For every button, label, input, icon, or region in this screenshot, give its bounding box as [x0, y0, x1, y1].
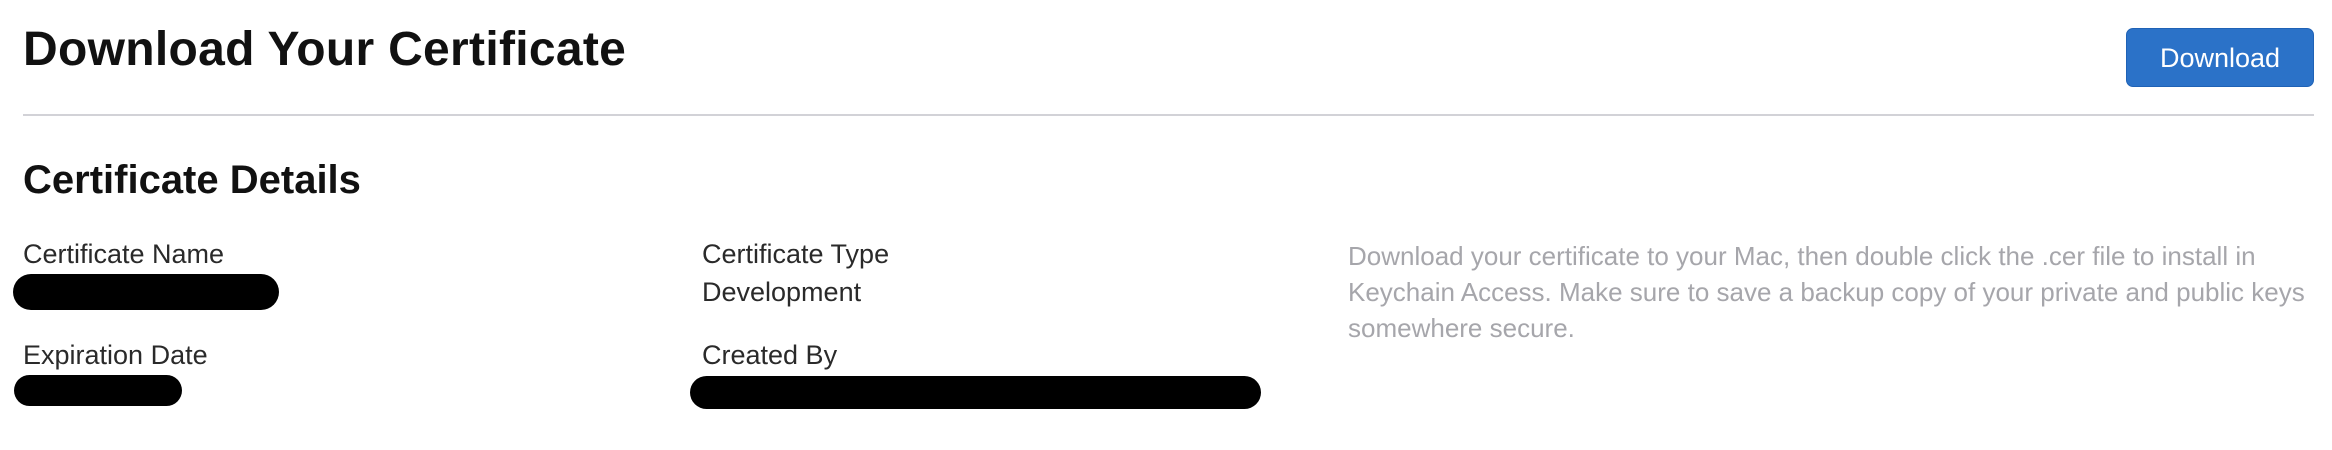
expiration-date-redacted: [14, 375, 182, 406]
certificate-name-redacted: [13, 274, 279, 310]
page-title: Download Your Certificate: [23, 23, 627, 76]
certificate-type-value: Development: [702, 277, 862, 307]
section-title: Certificate Details: [23, 158, 361, 202]
header-divider: [23, 114, 2314, 116]
download-button[interactable]: Download: [2126, 28, 2314, 87]
certificate-type-label: Certificate Type: [702, 239, 890, 269]
certificate-page: Download Your Certificate Download Certi…: [0, 0, 2332, 450]
expiration-date-label: Expiration Date: [23, 340, 208, 370]
help-text: Download your certificate to your Mac, t…: [1348, 241, 2305, 343]
created-by-label: Created By: [702, 340, 838, 370]
certificate-name-label: Certificate Name: [23, 239, 225, 269]
created-by-redacted: [690, 376, 1261, 409]
